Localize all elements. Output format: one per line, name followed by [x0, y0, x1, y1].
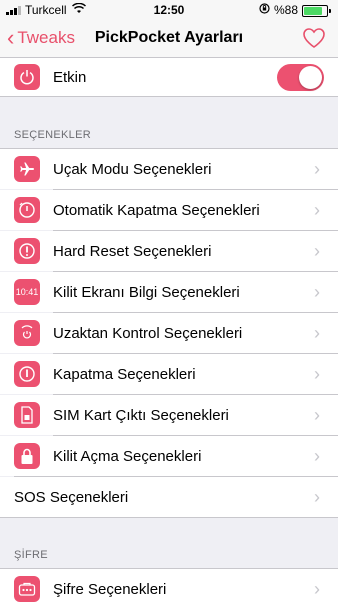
battery-icon — [302, 5, 331, 17]
options-item-label: Uçak Modu Seçenekleri — [53, 160, 212, 178]
chevron-right-icon: › — [314, 363, 320, 384]
options-item-airplane-mode[interactable]: Uçak Modu Seçenekleri › — [0, 149, 338, 189]
power-off-icon — [14, 361, 40, 387]
chevron-right-icon: › — [314, 240, 320, 261]
toggle-knob — [299, 65, 322, 89]
chevron-right-icon: › — [314, 486, 320, 507]
chevron-right-icon: › — [314, 281, 320, 302]
orientation-lock-icon — [259, 3, 270, 17]
password-section-header: ŞİFRE — [14, 549, 48, 561]
airplane-icon — [14, 156, 40, 182]
options-item-label: SIM Kart Çıktı Seçenekleri — [53, 406, 229, 424]
power-icon — [14, 64, 40, 90]
options-section-header: SEÇENEKLER — [14, 129, 91, 141]
options-item-label: Kilit Açma Seçenekleri — [53, 447, 202, 465]
lock-icon — [14, 443, 40, 469]
remote-power-icon — [14, 320, 40, 346]
battery-fill — [304, 7, 322, 15]
battery-percentage: %88 — [274, 3, 299, 17]
sim-card-icon — [14, 402, 40, 428]
chevron-right-icon: › — [314, 404, 320, 425]
options-item-label: Kapatma Seçenekleri — [53, 365, 196, 383]
password-item-label: Şifre Seçenekleri — [53, 580, 167, 598]
options-item-lock-screen-info[interactable]: 10:41 Kilit Ekranı Bilgi Seçenekleri › — [0, 272, 338, 312]
chevron-right-icon: › — [314, 578, 320, 599]
heart-icon[interactable] — [302, 27, 326, 49]
options-item-unlock[interactable]: Kilit Açma Seçenekleri › — [0, 436, 338, 476]
enabled-toggle[interactable] — [277, 63, 324, 91]
options-item-remote-control[interactable]: Uzaktan Kontrol Seçenekleri › — [0, 313, 338, 353]
page-title: PickPocket Ayarları — [94, 29, 244, 46]
auto-power-icon — [14, 197, 40, 223]
clock-display-icon: 10:41 — [14, 279, 40, 305]
options-item-label: Kilit Ekranı Bilgi Seçenekleri — [53, 283, 240, 301]
clock-display-text: 10:41 — [15, 287, 39, 297]
options-item-shutdown[interactable]: Kapatma Seçenekleri › — [0, 354, 338, 394]
chevron-right-icon: › — [314, 199, 320, 220]
options-item-label: Otomatik Kapatma Seçenekleri — [53, 201, 260, 219]
options-item-auto-shutdown[interactable]: Otomatik Kapatma Seçenekleri › — [0, 190, 338, 230]
enabled-label: Etkin — [53, 68, 87, 86]
options-item-label: Hard Reset Seçenekleri — [53, 242, 212, 260]
alert-icon — [14, 238, 40, 264]
navigation-bar: ‹ Tweaks PickPocket Ayarları — [0, 20, 338, 58]
chevron-right-icon: › — [314, 445, 320, 466]
enabled-row: Etkin — [0, 58, 338, 97]
status-bar: Turkcell 12:50 %88 — [0, 0, 338, 20]
options-item-label: Uzaktan Kontrol Seçenekleri — [53, 324, 243, 342]
chevron-right-icon: › — [314, 322, 320, 343]
options-item-sos[interactable]: SOS Seçenekleri › — [0, 477, 338, 518]
password-icon — [14, 576, 40, 602]
options-item-hard-reset[interactable]: Hard Reset Seçenekleri › — [0, 231, 338, 271]
chevron-right-icon: › — [314, 158, 320, 179]
password-item-options[interactable]: Şifre Seçenekleri › — [0, 569, 338, 609]
options-item-sim-card[interactable]: SIM Kart Çıktı Seçenekleri › — [0, 395, 338, 435]
options-item-label: SOS Seçenekleri — [14, 488, 129, 506]
